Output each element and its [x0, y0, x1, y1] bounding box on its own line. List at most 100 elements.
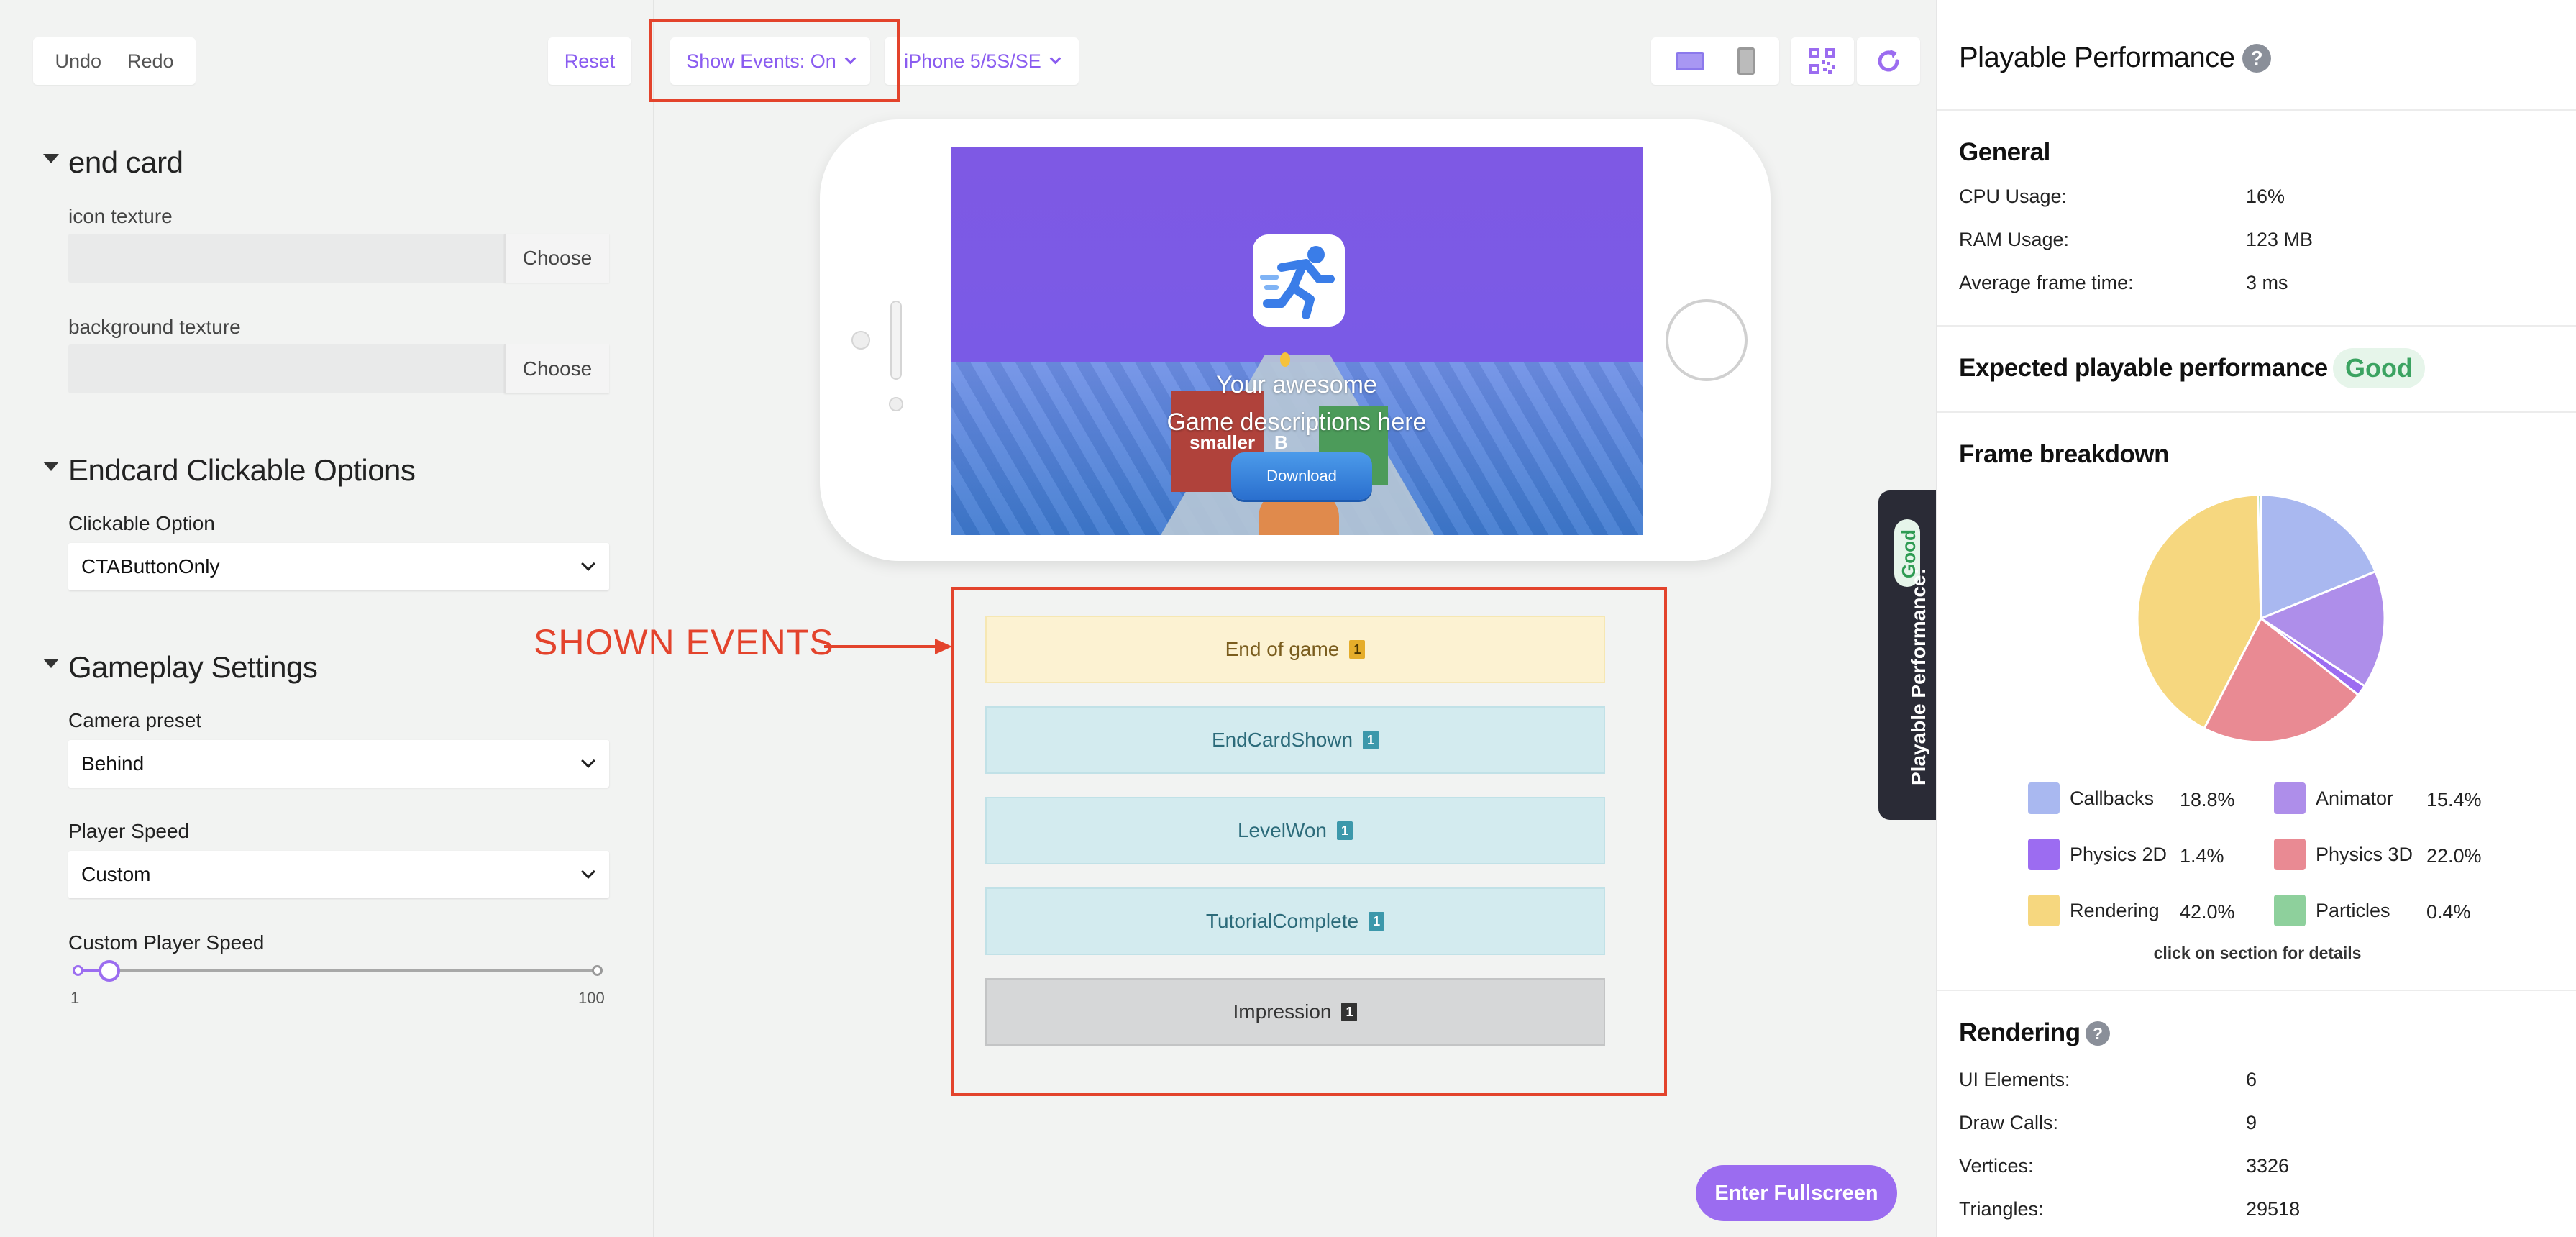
performance-panel: Playable Performance ? General CPU Usage…	[1936, 0, 2576, 1237]
game-label-smaller: smaller	[1189, 432, 1256, 453]
chevron-down-icon	[581, 557, 595, 571]
chevron-down-icon	[1049, 53, 1061, 64]
enter-fullscreen-button[interactable]: Enter Fullscreen	[1696, 1165, 1897, 1221]
section-clickable-title[interactable]: Endcard Clickable Options	[68, 453, 416, 488]
qr-code-button[interactable]	[1791, 37, 1854, 85]
clickable-option-select[interactable]: CTAButtonOnly	[68, 543, 609, 590]
legend-item-physics-3d[interactable]: Physics 3D	[2274, 839, 2413, 870]
divider	[1937, 109, 2576, 111]
collapse-caret-icon[interactable]	[43, 462, 59, 471]
frame-breakdown-hint: click on section for details	[2153, 944, 2362, 962]
player-speed-value: Custom	[81, 863, 151, 885]
help-icon[interactable]: ?	[2086, 1021, 2110, 1046]
download-button[interactable]: Download	[1231, 452, 1372, 500]
frame-time-value: 3 ms	[2246, 272, 2288, 293]
arrow-right-icon	[935, 639, 952, 654]
legend-label: Animator	[2316, 787, 2394, 809]
legend-swatch	[2028, 839, 2060, 870]
slider-min-label: 1	[70, 989, 80, 1007]
game-description-line1: Your awesome	[1216, 371, 1377, 398]
icon-texture-choose-button[interactable]: Choose	[504, 234, 609, 283]
camera-preset-value: Behind	[81, 752, 145, 775]
phone-speaker	[890, 301, 902, 380]
speed-slider-thumb[interactable]	[98, 960, 120, 982]
legend-label: Physics 3D	[2316, 843, 2413, 865]
expected-performance-heading: Expected playable performance	[1959, 354, 2328, 382]
collapse-caret-icon[interactable]	[43, 659, 59, 668]
ram-usage-label: RAM Usage:	[1959, 229, 2070, 250]
event-label: EndCardShown	[1211, 729, 1353, 751]
icon-texture-label: icon texture	[68, 205, 173, 227]
collapse-caret-icon[interactable]	[43, 154, 59, 163]
orientation-toggle	[1651, 37, 1779, 85]
phone-sensor	[889, 397, 903, 411]
legend-percent: 42.0%	[2180, 901, 2235, 923]
legend-label: Particles	[2316, 899, 2390, 921]
legend-percent: 15.4%	[2426, 789, 2482, 811]
event-label: End of game	[1225, 638, 1340, 660]
section-end-card-title[interactable]: end card	[68, 145, 183, 180]
portrait-icon[interactable]	[1737, 47, 1755, 75]
playable-screen[interactable]: Your awesome Game descriptions here smal…	[951, 147, 1643, 535]
divider	[1937, 411, 2576, 413]
icon-texture-field: Choose	[68, 234, 609, 283]
event-count-badge: 1	[1369, 912, 1385, 931]
triangles-label: Triangles:	[1959, 1198, 2044, 1220]
game-description-line2: Game descriptions here	[1166, 408, 1427, 436]
undo-button[interactable]: Undo	[42, 50, 114, 73]
chevron-down-icon	[581, 864, 595, 879]
annotation-arrow	[824, 645, 936, 648]
event-row: TutorialComplete 1	[985, 887, 1605, 955]
device-label: iPhone 5/5S/SE	[904, 50, 1041, 72]
phone-home-button	[1666, 299, 1748, 381]
legend-item-physics-2d[interactable]: Physics 2D	[2028, 839, 2167, 870]
performance-side-tab[interactable]: Good Playable Performance:	[1878, 490, 1936, 820]
custom-player-speed-label: Custom Player Speed	[68, 931, 265, 954]
event-count-badge: 1	[1363, 731, 1379, 749]
rendering-heading: Rendering	[1959, 1018, 2081, 1046]
legend-item-particles[interactable]: Particles	[2274, 895, 2390, 926]
help-icon[interactable]: ?	[2242, 44, 2271, 73]
landscape-icon[interactable]	[1676, 52, 1704, 70]
undo-redo-group: Undo Redo	[33, 37, 196, 85]
triangles-value: 29518	[2246, 1198, 2301, 1220]
annotation-highlight-box	[649, 19, 900, 102]
chevron-down-icon	[581, 754, 595, 768]
cpu-usage-label: CPU Usage:	[1959, 186, 2068, 207]
ui-elements-label: UI Elements:	[1959, 1069, 2070, 1090]
player-speed-label: Player Speed	[68, 820, 190, 842]
vertices-label: Vertices:	[1959, 1155, 2034, 1177]
reload-button[interactable]	[1857, 37, 1920, 85]
legend-swatch	[2274, 895, 2306, 926]
performance-title: Playable Performance	[1959, 42, 2235, 73]
background-texture-field: Choose	[68, 344, 609, 393]
expected-performance-badge: Good	[2333, 348, 2425, 388]
camera-preset-select[interactable]: Behind	[68, 740, 609, 788]
event-count-badge: 1	[1349, 640, 1366, 659]
legend-label: Rendering	[2070, 899, 2160, 921]
reset-button[interactable]: Reset	[548, 37, 631, 85]
legend-swatch	[2274, 839, 2306, 870]
camera-preset-label: Camera preset	[68, 709, 202, 731]
event-count-badge: 1	[1341, 1003, 1358, 1021]
legend-item-callbacks[interactable]: Callbacks	[2028, 782, 2154, 814]
player-speed-select[interactable]: Custom	[68, 851, 609, 898]
legend-item-animator[interactable]: Animator	[2274, 782, 2393, 814]
speed-slider-track[interactable]	[78, 969, 598, 972]
general-heading: General	[1959, 138, 2050, 166]
event-count-badge: 1	[1337, 821, 1353, 840]
shown-events-annotation: SHOWN EVENTS	[534, 622, 834, 662]
settings-panel: Undo Redo end card icon texture Choose b…	[0, 0, 654, 1237]
legend-percent: 1.4%	[2180, 845, 2224, 867]
background-texture-choose-button[interactable]: Choose	[504, 344, 609, 393]
runner-icon	[1253, 234, 1345, 327]
device-dropdown[interactable]: iPhone 5/5S/SE	[885, 37, 1079, 85]
frame-breakdown-pie-chart[interactable]	[2132, 489, 2390, 748]
legend-item-rendering[interactable]: Rendering	[2028, 895, 2160, 926]
event-label: Impression	[1233, 1000, 1332, 1023]
legend-percent: 22.0%	[2426, 845, 2482, 867]
vertices-value: 3326	[2246, 1155, 2290, 1177]
section-gameplay-title[interactable]: Gameplay Settings	[68, 650, 318, 685]
redo-button[interactable]: Redo	[114, 50, 187, 73]
background-texture-label: background texture	[68, 316, 241, 338]
